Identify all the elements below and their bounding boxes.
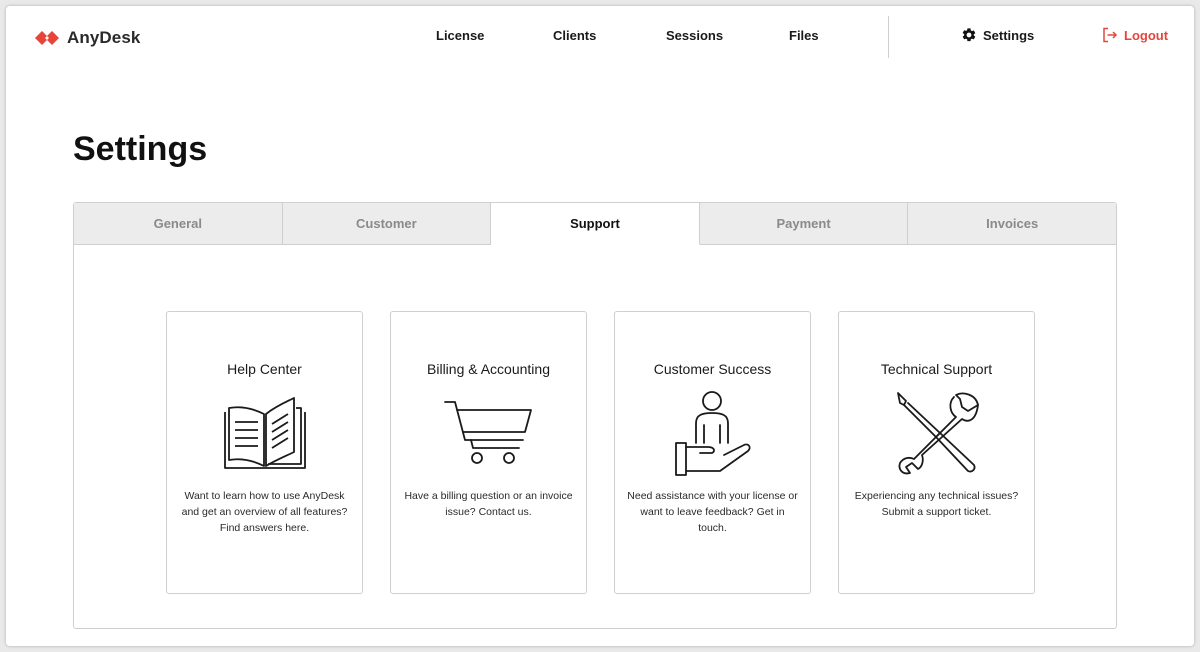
settings-panel: General Customer Support Payment Invoice… — [73, 202, 1117, 629]
tab-invoices[interactable]: Invoices — [908, 203, 1116, 245]
tab-payment[interactable]: Payment — [699, 203, 909, 245]
card-billing-accounting[interactable]: Billing & Accounting Have a billing ques… — [390, 311, 587, 594]
anydesk-logo[interactable]: AnyDesk — [35, 28, 140, 48]
card-title: Billing & Accounting — [427, 361, 550, 377]
tab-general[interactable]: General — [74, 203, 283, 245]
logout-icon — [1103, 27, 1118, 43]
book-icon — [223, 397, 306, 469]
card-description: Want to learn how to use AnyDesk and get… — [181, 490, 348, 534]
person-hand-icon — [674, 391, 751, 476]
logo-text: AnyDesk — [67, 28, 141, 47]
tab-support[interactable]: Support — [491, 203, 700, 245]
card-title: Customer Success — [653, 361, 772, 377]
tools-icon — [896, 392, 979, 475]
nav-files[interactable]: Files — [789, 28, 819, 43]
nav-divider — [888, 16, 889, 58]
anydesk-logo-icon — [35, 31, 59, 45]
card-description: Need assistance with your license or wan… — [627, 490, 798, 534]
nav-logout[interactable]: Logout — [1102, 27, 1168, 43]
nav-license[interactable]: License — [436, 28, 484, 43]
page-title: Settings — [73, 130, 208, 168]
card-help-center[interactable]: Help Center Want to learn how to use Any… — [166, 311, 363, 594]
card-description: Have a billing question or an invoice is… — [404, 490, 573, 518]
nav-clients[interactable]: Clients — [553, 28, 596, 43]
nav-settings-label: Settings — [983, 27, 1035, 43]
nav-logout-label: Logout — [1124, 27, 1169, 43]
card-title: Technical Support — [880, 361, 993, 377]
card-title: Help Center — [227, 361, 302, 377]
card-customer-success[interactable]: Customer Success Need assistance with yo… — [614, 311, 811, 594]
support-cards: Help Center Want to learn how to use Any… — [166, 311, 1035, 594]
app-window: AnyDesk License Clients Sessions Files S… — [6, 6, 1194, 646]
card-technical-support[interactable]: Technical Support Experiencing any techn… — [838, 311, 1035, 594]
card-description: Experiencing any technical issues? Submi… — [854, 490, 1019, 518]
nav-settings[interactable]: Settings — [961, 27, 1034, 43]
nav-sessions[interactable]: Sessions — [666, 28, 723, 43]
settings-tabs: General Customer Support Payment Invoice… — [74, 203, 1116, 245]
tab-customer[interactable]: Customer — [282, 203, 492, 245]
gear-icon — [962, 28, 976, 42]
shopping-cart-icon — [443, 401, 532, 464]
